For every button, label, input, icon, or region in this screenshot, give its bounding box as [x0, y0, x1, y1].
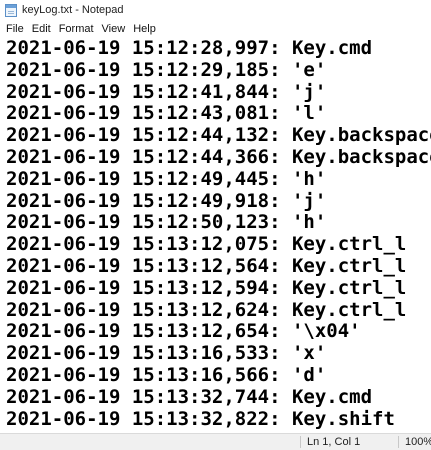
cursor-position: Ln 1, Col 1 [307, 436, 361, 448]
menu-bar: File Edit Format View Help [0, 20, 431, 38]
menu-file[interactable]: File [2, 20, 28, 38]
text-line: 2021-06-19 15:13:12,594: Key.ctrl_l [6, 276, 407, 299]
window-title: keyLog.txt - Notepad [22, 4, 124, 16]
text-line: 2021-06-19 15:12:44,366: Key.backspace [6, 145, 431, 168]
status-divider [300, 436, 301, 448]
text-line: 2021-06-19 15:12:49,918: 'j' [6, 189, 327, 212]
text-line: 2021-06-19 15:12:49,445: 'h' [6, 167, 327, 190]
text-line: 2021-06-19 15:13:16,566: 'd' [6, 363, 327, 386]
menu-format[interactable]: Format [55, 20, 98, 38]
text-line: 2021-06-19 15:12:41,844: 'j' [6, 80, 327, 103]
text-line: 2021-06-19 15:13:12,564: Key.ctrl_l [6, 254, 407, 277]
text-line: 2021-06-19 15:12:29,185: 'e' [6, 58, 327, 81]
zoom-level: 100% [405, 436, 431, 448]
text-line: 2021-06-19 15:13:12,624: Key.ctrl_l [6, 298, 407, 321]
text-line: 2021-06-19 15:13:16,533: 'x' [6, 342, 327, 365]
menu-help[interactable]: Help [129, 20, 160, 38]
text-line: 2021-06-19 15:13:32,822: Key.shift [6, 407, 395, 430]
text-line: 2021-06-19 15:12:44,132: Key.backspace [6, 124, 431, 147]
text-line: 2021-06-19 15:13:12,075: Key.ctrl_l [6, 233, 407, 256]
text-line: 2021-06-19 15:12:28,997: Key.cmd [6, 38, 373, 59]
text-line: 2021-06-19 15:13:32,744: Key.cmd [6, 385, 373, 408]
menu-edit[interactable]: Edit [28, 20, 55, 38]
notepad-icon [5, 3, 17, 17]
text-line: 2021-06-19 15:13:12,654: '\x04' [6, 320, 361, 343]
title-bar[interactable]: keyLog.txt - Notepad [0, 0, 431, 20]
status-divider [398, 436, 399, 448]
text-line: 2021-06-19 15:12:43,081: 'l' [6, 102, 327, 125]
status-bar: Ln 1, Col 1 100% [0, 433, 431, 450]
text-line: 2021-06-19 15:12:50,123: 'h' [6, 211, 327, 234]
menu-view[interactable]: View [98, 20, 130, 38]
text-editor[interactable]: 2021-06-19 15:12:28,997: Key.cmd 2021-06… [0, 38, 431, 433]
